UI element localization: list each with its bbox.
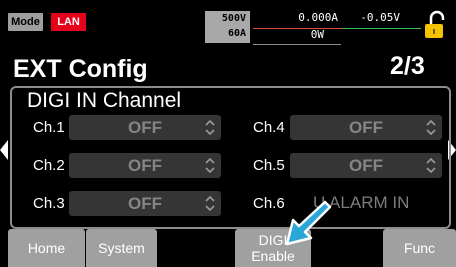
panel-title: DIGI IN Channel xyxy=(27,89,182,112)
ch5-select[interactable]: OFF xyxy=(290,153,442,178)
voltage-reading: -0.05V xyxy=(360,11,400,24)
home-button[interactable]: Home xyxy=(8,229,85,267)
voltage-underline xyxy=(341,28,421,29)
updown-chevron-icon xyxy=(426,157,436,174)
unlock-icon[interactable] xyxy=(425,10,447,40)
voltage-range: 500V xyxy=(221,13,246,24)
page-indicator: 2/3 xyxy=(390,52,425,80)
system-button[interactable]: System xyxy=(86,229,157,267)
updown-chevron-icon xyxy=(426,119,436,136)
ch4-value: OFF xyxy=(349,117,383,137)
ch1-label: Ch.1 xyxy=(33,119,65,136)
ch5-value: OFF xyxy=(349,155,383,175)
ch4-select[interactable]: OFF xyxy=(290,115,442,140)
current-reading: 0.000A xyxy=(298,11,338,24)
power-reading: 0W xyxy=(310,28,324,41)
mode-badge: Mode xyxy=(8,13,43,31)
ch4-label: Ch.4 xyxy=(253,119,285,136)
power-underline xyxy=(253,44,341,45)
ch1-value: OFF xyxy=(128,117,162,137)
ch5-label: Ch.5 xyxy=(253,157,285,174)
range-indicator: 500V 60A xyxy=(205,11,250,43)
updown-chevron-icon xyxy=(205,157,215,174)
updown-chevron-icon xyxy=(205,119,215,136)
ch3-select[interactable]: OFF xyxy=(69,191,221,216)
ch3-value: OFF xyxy=(128,193,162,213)
ch6-label: Ch.6 xyxy=(253,195,285,212)
ch2-select[interactable]: OFF xyxy=(69,153,221,178)
ch3-label: Ch.3 xyxy=(33,195,65,212)
page-title: EXT Config xyxy=(13,55,148,83)
prev-page-arrow-icon[interactable] xyxy=(0,140,8,160)
pointer-arrow-icon xyxy=(285,200,331,246)
current-range: 60A xyxy=(227,28,246,39)
updown-chevron-icon xyxy=(205,195,215,212)
ch1-select[interactable]: OFF xyxy=(69,115,221,140)
ch2-label: Ch.2 xyxy=(33,157,65,174)
ch2-value: OFF xyxy=(128,155,162,175)
digi-enable-label-line2: Enable xyxy=(251,248,295,264)
interface-badge: LAN xyxy=(51,13,86,31)
func-button[interactable]: Func xyxy=(383,229,456,267)
